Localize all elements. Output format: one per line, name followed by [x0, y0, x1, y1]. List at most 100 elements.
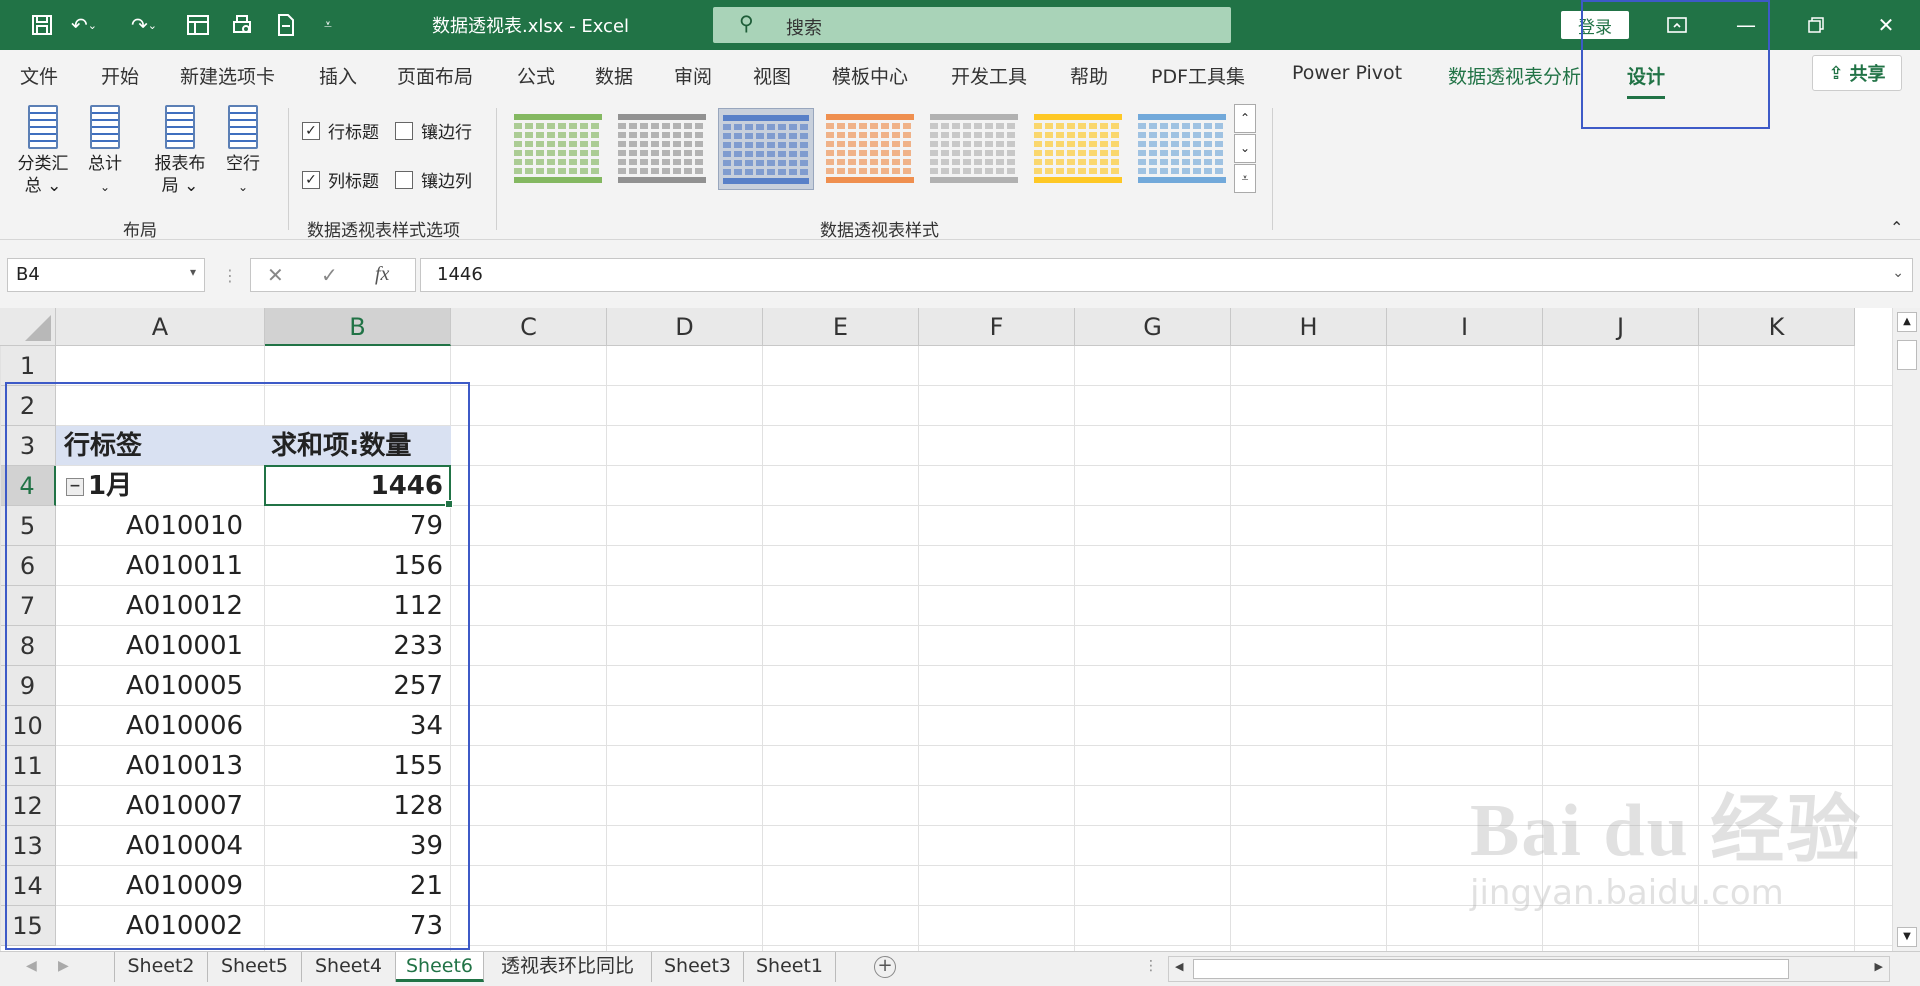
- row-headers-label: 行标题: [328, 123, 379, 143]
- horizontal-scrollbar[interactable]: ◀ ▶: [1168, 956, 1890, 982]
- subtotals-label: 分类汇总 ⌄: [17, 154, 69, 196]
- highlight-box-design-tab: [1581, 0, 1770, 129]
- pivot-style-gallery[interactable]: [510, 105, 1238, 195]
- share-button[interactable]: ⇪ 共享: [1812, 55, 1902, 91]
- grand-totals-icon: [90, 105, 120, 149]
- scroll-thumb[interactable]: [1193, 959, 1789, 979]
- pivot-style-tile[interactable]: [926, 108, 1022, 190]
- pivot-style-tile[interactable]: [614, 108, 710, 190]
- scroll-left-icon[interactable]: ◀: [1175, 960, 1183, 973]
- print-preview-icon[interactable]: [224, 8, 260, 42]
- grid-line: [762, 346, 763, 951]
- column-header[interactable]: G: [1075, 308, 1231, 346]
- blank-rows-button[interactable]: 空行 ⌄: [218, 105, 268, 198]
- sheet-tab[interactable]: Sheet2: [114, 952, 208, 982]
- gallery-more-icon[interactable]: ⩡: [1234, 164, 1256, 193]
- report-layout-button[interactable]: 报表布局 ⌄: [150, 105, 210, 197]
- col-headers-checkbox[interactable]: ✓ 列标题: [302, 167, 379, 192]
- chevron-down-icon[interactable]: ▾: [190, 265, 196, 279]
- enter-icon[interactable]: ✓: [321, 263, 338, 287]
- pivot-style-tile[interactable]: [718, 108, 814, 190]
- sheet-tab[interactable]: Sheet5: [208, 952, 302, 982]
- search-input[interactable]: ⚲ 搜索: [713, 7, 1231, 43]
- tab-template-center[interactable]: 模板中心: [832, 62, 908, 89]
- next-sheet-icon[interactable]: ▶: [58, 958, 69, 974]
- insert-function-icon[interactable]: fx: [375, 263, 389, 286]
- undo-icon[interactable]: ↶ ⌄: [66, 8, 102, 42]
- name-box[interactable]: B4 ▾: [7, 258, 205, 292]
- scroll-down-icon[interactable]: ▼: [1897, 927, 1917, 947]
- tab-data[interactable]: 数据: [595, 62, 633, 89]
- tab-help[interactable]: 帮助: [1070, 62, 1108, 89]
- scroll-right-icon[interactable]: ▶: [1875, 960, 1883, 973]
- share-icon: ⇪: [1828, 62, 1844, 84]
- row-header[interactable]: 1: [0, 346, 56, 386]
- select-all-button[interactable]: [0, 308, 56, 346]
- tab-formulas[interactable]: 公式: [517, 62, 555, 89]
- pivot-style-tile[interactable]: [1134, 108, 1230, 190]
- column-header[interactable]: F: [919, 308, 1075, 346]
- column-header[interactable]: K: [1699, 308, 1855, 346]
- banded-rows-checkbox[interactable]: 镶边行: [395, 118, 472, 143]
- collapse-ribbon-icon[interactable]: ⌃: [1890, 218, 1903, 237]
- vertical-scrollbar[interactable]: ▲ ▼: [1892, 308, 1920, 951]
- report-layout-icon: [165, 105, 195, 149]
- customize-qat-icon[interactable]: ⩡: [310, 8, 346, 42]
- formula-input[interactable]: 1446 ⌄: [420, 258, 1913, 292]
- pivot-style-tile[interactable]: [510, 108, 606, 190]
- redo-icon[interactable]: ↷ ⌄: [126, 8, 162, 42]
- layout-group-label: 布局: [123, 221, 157, 241]
- save-icon[interactable]: [24, 8, 60, 42]
- grid-line: [1854, 346, 1855, 951]
- pivot-style-tile[interactable]: [822, 108, 918, 190]
- banded-cols-label: 镶边列: [421, 172, 472, 192]
- banded-cols-checkbox[interactable]: 镶边列: [395, 167, 472, 192]
- scroll-up-icon[interactable]: ▲: [1897, 312, 1917, 332]
- scroll-thumb[interactable]: [1897, 340, 1917, 370]
- formula-value: 1446: [437, 264, 483, 285]
- sheet-tab-active[interactable]: Sheet6: [396, 952, 484, 982]
- cancel-icon[interactable]: ✕: [267, 263, 284, 287]
- tab-home[interactable]: 开始: [101, 62, 139, 89]
- sheet-tab[interactable]: Sheet4: [302, 952, 396, 982]
- options-group-label: 数据透视表样式选项: [307, 221, 460, 241]
- tab-page-layout[interactable]: 页面布局: [397, 62, 473, 89]
- column-header[interactable]: A: [56, 308, 265, 346]
- document-icon[interactable]: [268, 8, 304, 42]
- column-header[interactable]: E: [763, 308, 919, 346]
- sheet-tab[interactable]: Sheet1: [744, 952, 836, 982]
- tab-review[interactable]: 审阅: [674, 62, 712, 89]
- tab-file[interactable]: 文件: [20, 62, 58, 89]
- column-header[interactable]: J: [1543, 308, 1699, 346]
- form-icon[interactable]: [180, 8, 216, 42]
- tab-developer[interactable]: 开发工具: [951, 62, 1027, 89]
- gallery-up-icon[interactable]: ⌃: [1234, 104, 1256, 133]
- add-sheet-icon[interactable]: +: [874, 956, 896, 978]
- column-header[interactable]: C: [451, 308, 607, 346]
- tab-pivot-analyze[interactable]: 数据透视表分析: [1448, 62, 1581, 89]
- subtotals-button[interactable]: 分类汇总 ⌄: [14, 105, 72, 197]
- expand-formula-icon[interactable]: ⌄: [1892, 265, 1904, 281]
- restore-icon[interactable]: [1782, 0, 1850, 50]
- column-header[interactable]: I: [1387, 308, 1543, 346]
- tab-power-pivot[interactable]: Power Pivot: [1292, 62, 1402, 84]
- sheet-tab[interactable]: Sheet3: [652, 952, 744, 982]
- column-header[interactable]: B: [265, 308, 451, 346]
- tab-new[interactable]: 新建选项卡: [180, 62, 275, 89]
- row-headers-checkbox[interactable]: ✓ 行标题: [302, 118, 379, 143]
- sheet-tab[interactable]: 透视表环比同比: [484, 952, 652, 982]
- search-icon: ⚲: [739, 11, 754, 35]
- grand-totals-button[interactable]: 总计 ⌄: [80, 105, 130, 198]
- tab-view[interactable]: 视图: [753, 62, 791, 89]
- column-header[interactable]: D: [607, 308, 763, 346]
- more-icon: ⋮: [222, 266, 238, 285]
- report-layout-label: 报表布局 ⌄: [154, 154, 206, 196]
- close-icon[interactable]: ✕: [1852, 0, 1920, 50]
- pivot-style-tile[interactable]: [1030, 108, 1126, 190]
- styles-group-label: 数据透视表样式: [820, 221, 939, 241]
- tab-pdf-tools[interactable]: PDF工具集: [1151, 62, 1245, 89]
- column-header[interactable]: H: [1231, 308, 1387, 346]
- tab-insert[interactable]: 插入: [319, 62, 357, 89]
- gallery-down-icon[interactable]: ⌄: [1234, 134, 1256, 163]
- prev-sheet-icon[interactable]: ◀: [26, 958, 37, 974]
